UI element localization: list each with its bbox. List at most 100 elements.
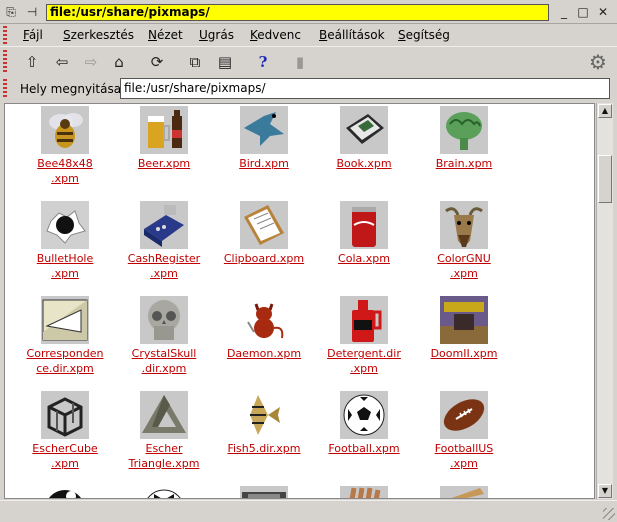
fish-icon xyxy=(240,391,288,439)
file-name[interactable]: Cola.xpm xyxy=(316,251,412,266)
soccer-ball-icon xyxy=(340,391,388,439)
file-name[interactable]: DoomII.xpm xyxy=(416,346,512,361)
file-item[interactable]: FootballUS .xpm xyxy=(416,391,512,471)
correspondence-icon xyxy=(41,296,89,344)
home-icon[interactable]: ⌂ xyxy=(108,52,130,72)
menu-go[interactable]: Ugrás xyxy=(199,28,234,42)
book-icon xyxy=(340,106,388,154)
forward-icon[interactable]: ⇨ xyxy=(80,52,102,72)
copy-icon[interactable]: ⧉ xyxy=(184,52,206,72)
gnu-icon xyxy=(440,201,488,249)
file-item[interactable]: Detergent.dir .xpm xyxy=(316,296,412,376)
cola-icon xyxy=(340,201,388,249)
location-bar: Hely megnyitása: file:/usr/share/pixmaps… xyxy=(0,76,617,102)
file-item[interactable]: CashRegister .xpm xyxy=(116,201,212,281)
menubar-grip[interactable] xyxy=(3,26,7,44)
file-item[interactable]: Escher Triangle.xpm xyxy=(116,391,212,471)
file-item[interactable]: Football.xpm xyxy=(316,391,412,456)
file-name[interactable]: Escher Triangle.xpm xyxy=(116,441,212,471)
file-item[interactable]: Beer.xpm xyxy=(116,106,212,171)
maximize-icon[interactable]: □ xyxy=(575,4,591,20)
locationbar-grip[interactable] xyxy=(3,79,7,99)
menu-file[interactable]: Fájl xyxy=(23,28,43,42)
file-item[interactable]: EscherCube .xpm xyxy=(17,391,113,471)
reload-icon[interactable]: ⟳ xyxy=(146,52,168,72)
skull-icon xyxy=(140,296,188,344)
menu-help[interactable]: Segítség xyxy=(398,28,450,42)
file-name[interactable]: ColorGNU .xpm xyxy=(416,251,512,281)
file-name[interactable]: FootballUS .xpm xyxy=(416,441,512,471)
doom-icon xyxy=(440,296,488,344)
bird-icon xyxy=(240,106,288,154)
resize-grip-icon[interactable] xyxy=(603,508,615,520)
menu-edit[interactable]: Szerkesztés xyxy=(63,28,134,42)
file-name[interactable]: Beer.xpm xyxy=(116,156,212,171)
escher-cube-icon xyxy=(41,391,89,439)
close-icon[interactable]: ✕ xyxy=(595,4,611,20)
file-item[interactable]: Clipboard.xpm xyxy=(216,201,312,266)
file-name[interactable]: EscherCube .xpm xyxy=(17,441,113,471)
file-item[interactable]: Bird.xpm xyxy=(216,106,312,171)
scroll-thumb[interactable] xyxy=(598,155,612,203)
location-input[interactable]: file:/usr/share/pixmaps/ xyxy=(120,78,610,99)
menu-view[interactable]: Nézet xyxy=(148,28,183,42)
scroll-down-icon[interactable]: ▼ xyxy=(598,484,612,498)
pin-icon[interactable]: ⊣ xyxy=(24,4,40,20)
file-item[interactable]: Fish5.dir.xpm xyxy=(216,391,312,456)
gear-icon[interactable]: ⚙ xyxy=(587,51,609,73)
file-item[interactable]: Corresponden ce.dir.xpm xyxy=(17,296,113,376)
up-icon[interactable]: ⇧ xyxy=(21,52,43,72)
file-name[interactable]: Football.xpm xyxy=(316,441,412,456)
file-item[interactable]: Cola.xpm xyxy=(316,201,412,266)
window-menu-icon[interactable]: ⎘ xyxy=(3,4,19,20)
toolbar-grip[interactable] xyxy=(3,50,7,74)
file-item[interactable]: ColorGNU .xpm xyxy=(416,201,512,281)
file-item[interactable]: DoomII.xpm xyxy=(416,296,512,361)
file-item[interactable] xyxy=(216,486,312,498)
menu-bar: Fájl Szerkesztés Nézet Ugrás Kedvenc Beá… xyxy=(0,24,617,46)
file-name[interactable]: Brain.xpm xyxy=(416,156,512,171)
file-name[interactable]: BulletHole .xpm xyxy=(17,251,113,281)
file-item[interactable] xyxy=(116,486,212,498)
beer-icon xyxy=(140,106,188,154)
file-name[interactable]: Detergent.dir .xpm xyxy=(316,346,412,376)
file-name[interactable]: CashRegister .xpm xyxy=(116,251,212,281)
file-item[interactable]: CrystalSkull .dir.xpm xyxy=(116,296,212,376)
file-item[interactable] xyxy=(416,486,512,498)
file-name[interactable]: Fish5.dir.xpm xyxy=(216,441,312,456)
file-name[interactable]: Corresponden ce.dir.xpm xyxy=(17,346,113,376)
bullet-hole-icon xyxy=(41,201,89,249)
file-name[interactable]: Bee48x48 .xpm xyxy=(17,156,113,186)
toolbar: ⇧ ⇦ ⇨ ⌂ ⟳ ⧉ ▤ ? ▮ ⚙ xyxy=(0,46,617,76)
paste-icon[interactable]: ▤ xyxy=(214,52,236,72)
file-name[interactable]: CrystalSkull .dir.xpm xyxy=(116,346,212,376)
menu-settings[interactable]: Beállítások xyxy=(319,28,385,42)
file-name[interactable]: Bird.xpm xyxy=(216,156,312,171)
file-item[interactable] xyxy=(316,486,412,498)
file-item[interactable]: Brain.xpm xyxy=(416,106,512,171)
help-icon[interactable]: ? xyxy=(252,52,274,72)
horn-icon xyxy=(440,486,488,498)
file-item[interactable] xyxy=(17,486,113,498)
ball-icon xyxy=(41,486,89,498)
hand-icon xyxy=(340,486,388,498)
title-bar: ⎘ ⊣ file:/usr/share/pixmaps/ _ □ ✕ xyxy=(0,0,617,24)
file-item[interactable]: Daemon.xpm xyxy=(216,296,312,361)
file-item[interactable]: BulletHole .xpm xyxy=(17,201,113,281)
bee-icon xyxy=(41,106,89,154)
scroll-up-icon[interactable]: ▲ xyxy=(598,104,612,118)
back-icon[interactable]: ⇦ xyxy=(51,52,73,72)
file-item[interactable]: Book.xpm xyxy=(316,106,412,171)
menu-bookmarks[interactable]: Kedvenc xyxy=(250,28,301,42)
device-icon xyxy=(240,486,288,498)
file-item[interactable]: Bee48x48 .xpm xyxy=(17,106,113,186)
file-name[interactable]: Book.xpm xyxy=(316,156,412,171)
file-view[interactable]: Bee48x48 .xpm Beer.xpm Bird.xpm Book.xpm … xyxy=(4,103,595,499)
vertical-scrollbar[interactable]: ▲ ▼ xyxy=(596,103,613,499)
minimize-icon[interactable]: _ xyxy=(556,4,572,20)
file-name[interactable]: Clipboard.xpm xyxy=(216,251,312,266)
brain-icon xyxy=(440,106,488,154)
file-name[interactable]: Daemon.xpm xyxy=(216,346,312,361)
status-bar xyxy=(0,500,617,522)
stop-icon[interactable]: ▮ xyxy=(289,52,311,72)
